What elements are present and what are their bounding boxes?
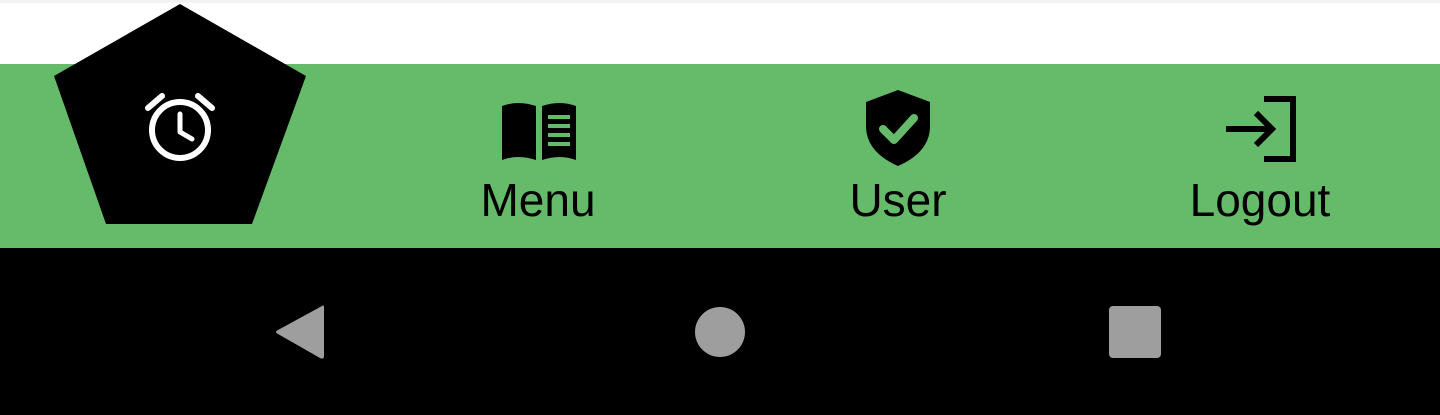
nav-item-menu[interactable]: Menu [438,64,638,248]
nav-label-user: User [849,174,947,226]
app-screen: Menu User Logout [0,0,1440,415]
recents-square-icon[interactable] [1108,306,1162,358]
verified-shield-icon [866,90,930,166]
open-book-icon [502,103,576,160]
alarm-clock-icon [145,93,215,161]
login-arrow-icon [1226,96,1296,162]
nav-item-alarm-active[interactable] [54,4,306,226]
nav-label-logout: Logout [1189,174,1331,226]
nav-item-logout[interactable]: Logout [1160,64,1360,248]
nav-label-menu: Menu [480,174,596,226]
back-triangle-icon[interactable] [274,304,326,360]
home-circle-icon[interactable] [694,306,746,358]
system-navigation-bar [0,248,1440,415]
nav-item-user[interactable]: User [798,64,998,248]
